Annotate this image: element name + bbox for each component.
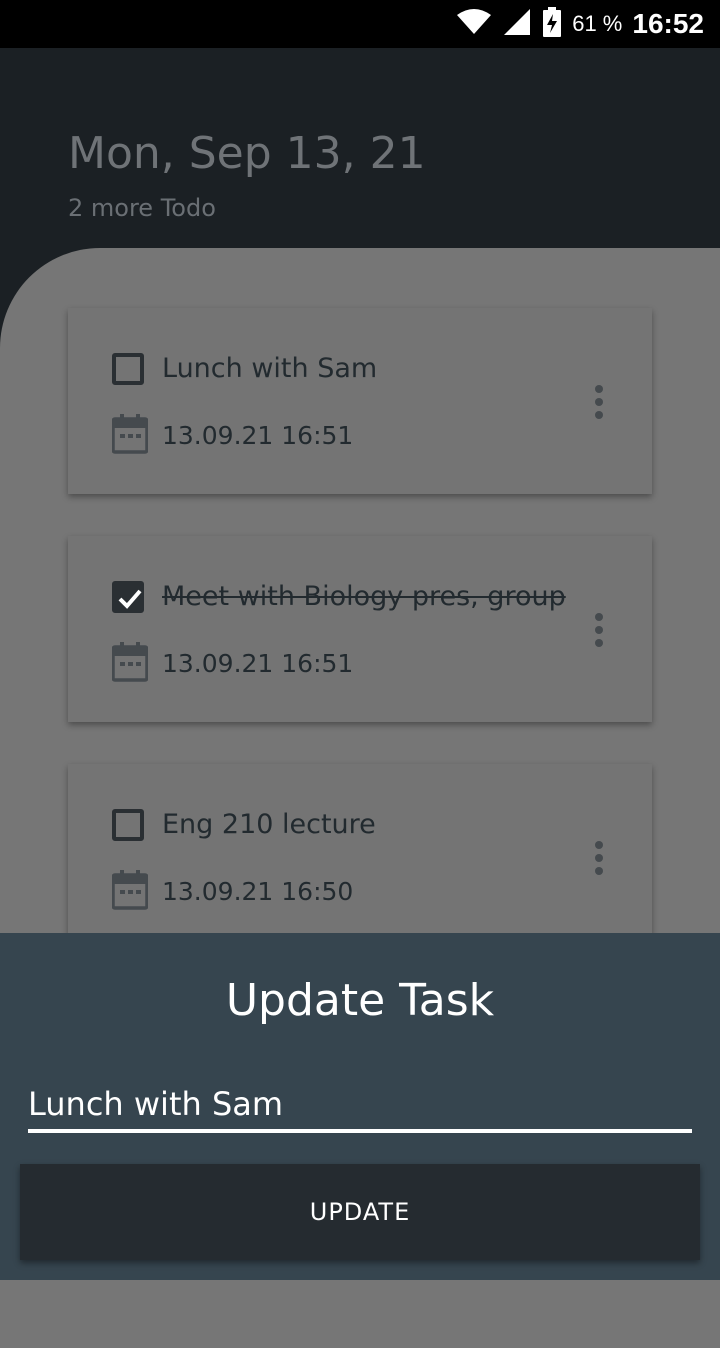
battery-charging-icon xyxy=(542,7,562,41)
signal-icon xyxy=(502,7,532,41)
status-icons: 61 % 16:52 xyxy=(456,0,704,48)
update-task-dialog: Update Task UPDATE xyxy=(0,933,720,1280)
task-checkbox[interactable] xyxy=(112,353,144,385)
calendar-icon xyxy=(112,870,148,910)
calendar-icon xyxy=(112,642,148,682)
more-options-icon[interactable] xyxy=(594,613,604,647)
clock: 16:52 xyxy=(632,8,704,39)
task-title: Lunch with Sam xyxy=(162,353,378,384)
task-checkbox-checked[interactable] xyxy=(112,581,144,613)
more-options-icon[interactable] xyxy=(594,385,604,419)
dialog-title: Update Task xyxy=(225,975,495,1026)
task-card[interactable]: Meet with Biology pres, group 13.09.21 1… xyxy=(68,536,652,722)
battery-percent: 61 % xyxy=(572,11,623,36)
task-title-input[interactable] xyxy=(28,1079,692,1133)
task-title: Eng 210 lecture xyxy=(162,809,376,840)
task-title: Meet with Biology pres, group xyxy=(162,581,566,612)
status-bar: 61 % 16:52 xyxy=(0,0,720,48)
task-datetime: 13.09.21 16:51 xyxy=(162,649,354,678)
more-options-icon[interactable] xyxy=(594,841,604,875)
task-datetime: 13.09.21 16:50 xyxy=(162,877,354,906)
update-button[interactable]: UPDATE xyxy=(20,1164,700,1260)
task-checkbox[interactable] xyxy=(112,809,144,841)
page-title: Mon, Sep 13, 21 xyxy=(68,128,426,179)
task-card[interactable]: Eng 210 lecture 13.09.21 16:50 xyxy=(68,764,652,950)
todo-count: 2 more Todo xyxy=(68,194,216,222)
task-datetime: 13.09.21 16:51 xyxy=(162,421,354,450)
calendar-icon xyxy=(112,414,148,454)
wifi-icon xyxy=(456,8,492,40)
task-card[interactable]: Lunch with Sam 13.09.21 16:51 xyxy=(68,308,652,494)
